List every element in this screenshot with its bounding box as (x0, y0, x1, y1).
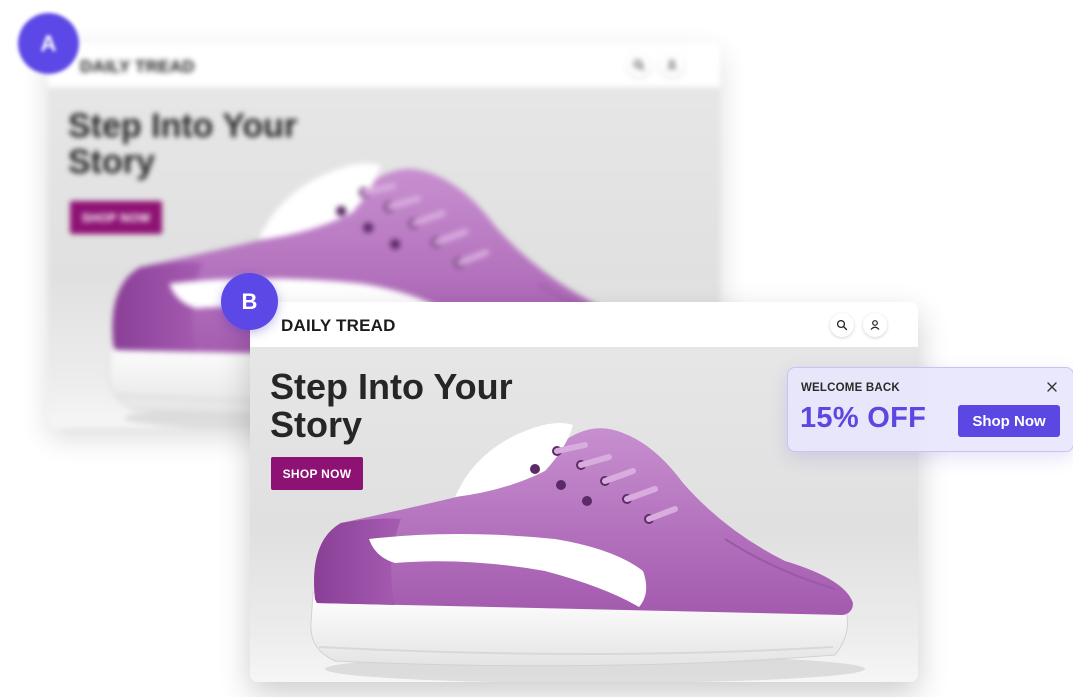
search-icon[interactable] (830, 313, 854, 337)
shop-now-button[interactable]: SHOP NOW (70, 201, 162, 234)
shop-now-button[interactable]: SHOP NOW (271, 457, 363, 490)
header-icons (830, 313, 887, 337)
site-header: DAILY TREAD (48, 43, 720, 87)
popup-shop-now-button[interactable]: Shop Now (958, 405, 1060, 437)
brand-logo[interactable]: DAILY TREAD (281, 316, 396, 336)
user-icon[interactable] (660, 53, 684, 77)
hero-headline: Step Into Your Story (68, 107, 298, 181)
popup-kicker: WELCOME BACK (801, 382, 900, 394)
hero-headline: Step Into Your Story (270, 366, 513, 445)
brand-logo[interactable]: DAILY TREAD (80, 57, 195, 77)
close-icon[interactable] (1045, 380, 1059, 394)
search-icon[interactable] (627, 53, 651, 77)
user-icon[interactable] (863, 313, 887, 337)
variant-b-badge: B (221, 273, 278, 330)
sneaker-image (305, 411, 865, 682)
site-header: DAILY TREAD (250, 302, 918, 347)
variant-a-badge: A (18, 13, 79, 74)
variant-b-card: DAILY TREAD Step Into Your Story SHOP NO… (250, 302, 918, 682)
header-icons (627, 53, 684, 77)
